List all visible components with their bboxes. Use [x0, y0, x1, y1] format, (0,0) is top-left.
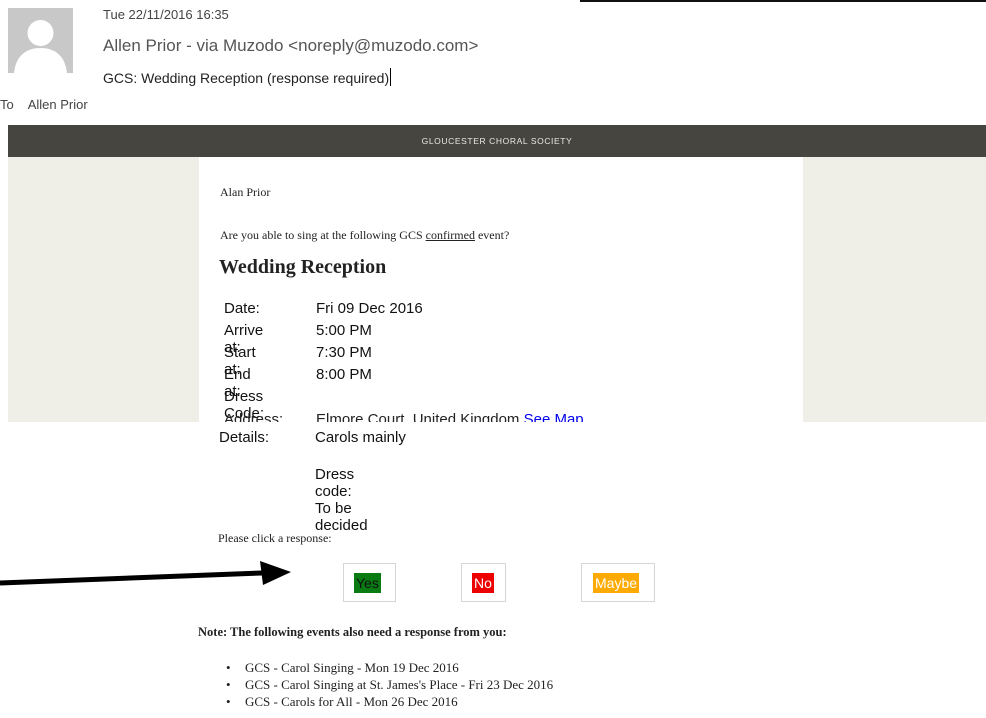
event-title: Wedding Reception [219, 256, 387, 278]
details-label: Details: [219, 429, 270, 446]
start-value: 7:30 PM [316, 344, 372, 361]
recipient-name[interactable]: Allen Prior [28, 97, 88, 112]
availability-question: Are you able to sing at the following GC… [220, 228, 509, 243]
left-margin-panel [8, 157, 199, 422]
yes-button-label: Yes [354, 573, 381, 593]
bullet-icon: • [226, 677, 231, 692]
address-label: Address: [224, 411, 284, 422]
bullet-icon: • [226, 660, 231, 675]
question-text-after: event? [474, 228, 510, 242]
right-margin-panel [803, 157, 986, 422]
address-value: Elmore Court, United Kingdom [316, 411, 520, 422]
detail-address: Address: Elmore Court, United Kingdom Se… [224, 411, 624, 422]
no-button-label: No [472, 573, 494, 593]
date-label: Date: [224, 300, 260, 317]
question-text-before: Are you able to sing at the following GC… [220, 228, 426, 242]
greeting: Alan Prior [220, 185, 271, 199]
address-value-group: Elmore Court, United Kingdom See Map [316, 411, 584, 422]
list-item[interactable]: • GCS - Carols for All - Mon 26 Dec 2016 [223, 693, 553, 710]
message-subject-text: GCS: Wedding Reception (response require… [103, 70, 390, 86]
event-link[interactable]: GCS - Carol Singing at St. James's Place… [245, 677, 553, 692]
message-recipients: To Allen Prior [0, 97, 88, 112]
other-events-note: Note: The following events also need a r… [198, 625, 507, 639]
banner-title: GLOUCESTER CHORAL SOCIETY [421, 136, 573, 146]
date-value: Fri 09 Dec 2016 [316, 300, 423, 317]
dress-note-text: Dress code: To be decided [315, 466, 368, 534]
arrive-value: 5:00 PM [316, 322, 372, 339]
maybe-button-label: Maybe [593, 573, 640, 593]
end-value: 8:00 PM [316, 366, 372, 383]
question-emphasis: confirmed [425, 228, 475, 242]
message-subject: GCS: Wedding Reception (response require… [103, 68, 392, 86]
message-date: Tue 22/11/2016 16:35 [103, 7, 229, 22]
see-map-link[interactable]: See Map [524, 411, 584, 422]
list-item[interactable]: • GCS - Carol Singing at St. James's Plac… [223, 676, 553, 693]
other-events-list: • GCS - Carol Singing - Mon 19 Dec 2016 •… [223, 659, 553, 710]
bullet-icon: • [226, 694, 231, 709]
yes-button[interactable]: Yes [343, 563, 396, 602]
arrow-right-icon [0, 561, 291, 586]
society-banner: GLOUCESTER CHORAL SOCIETY [8, 125, 986, 157]
no-button[interactable]: No [461, 563, 506, 602]
details-value: Carols mainly [315, 429, 406, 446]
event-link[interactable]: GCS - Carols for All - Mon 26 Dec 2016 [245, 694, 458, 709]
to-label: To [0, 97, 14, 112]
maybe-button[interactable]: Maybe [581, 563, 655, 602]
list-item[interactable]: • GCS - Carol Singing - Mon 19 Dec 2016 [223, 659, 553, 676]
top-rule [0, 0, 986, 2]
text-caret [390, 68, 392, 86]
sender-avatar-icon [8, 8, 73, 73]
event-link[interactable]: GCS - Carol Singing - Mon 19 Dec 2016 [245, 660, 459, 675]
message-sender[interactable]: Allen Prior - via Muzodo <noreply@muzodo… [103, 36, 478, 56]
response-prompt: Please click a response: [218, 531, 332, 545]
